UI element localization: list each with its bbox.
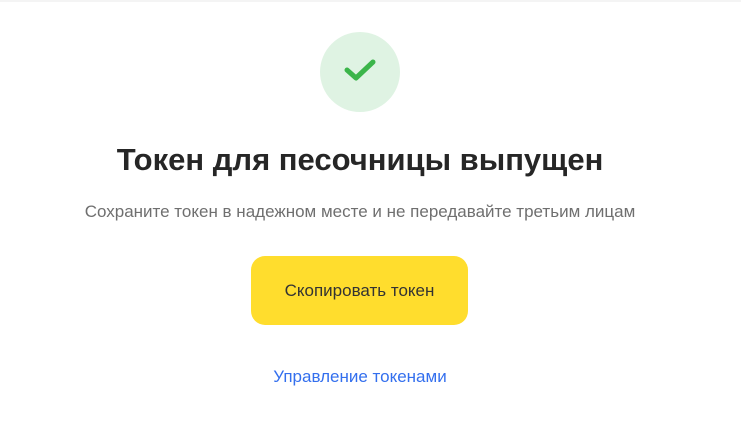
check-icon xyxy=(343,57,377,88)
success-badge xyxy=(320,32,400,112)
token-issued-panel: Токен для песочницы выпущен Сохраните то… xyxy=(0,0,741,423)
page-subtitle: Сохраните токен в надежном месте и не пе… xyxy=(84,202,636,221)
copy-token-button[interactable]: Скопировать токен xyxy=(251,256,468,325)
page-title: Токен для песочницы выпущен xyxy=(116,142,604,177)
manage-tokens-link[interactable]: Управление токенами xyxy=(0,365,720,389)
